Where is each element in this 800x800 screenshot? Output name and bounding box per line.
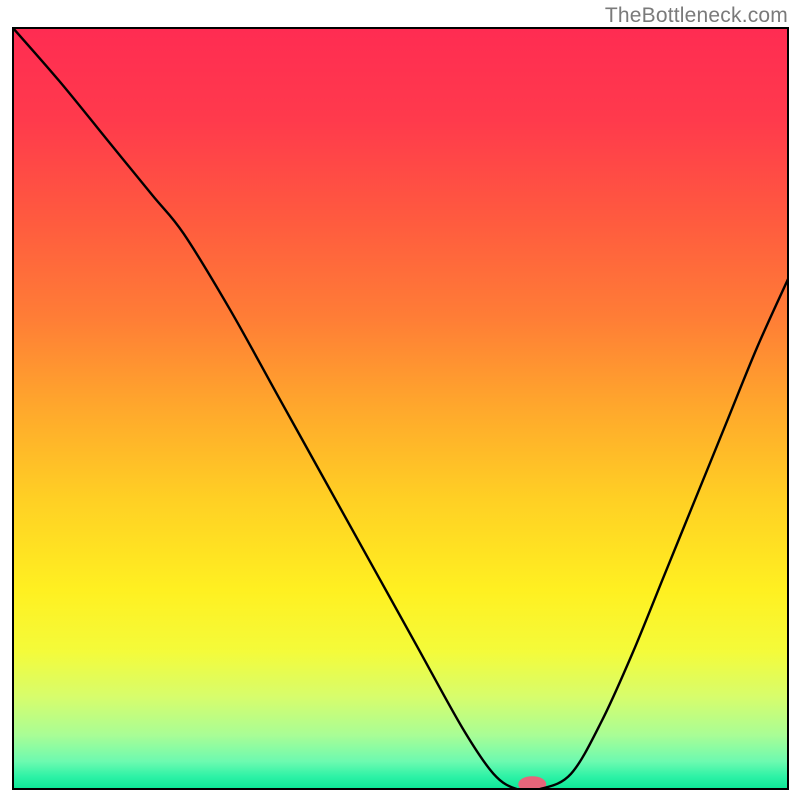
chart-container: TheBottleneck.com bbox=[0, 0, 800, 800]
watermark-text: TheBottleneck.com bbox=[605, 4, 788, 28]
gradient-background bbox=[14, 29, 787, 788]
bottleneck-chart bbox=[0, 0, 800, 800]
